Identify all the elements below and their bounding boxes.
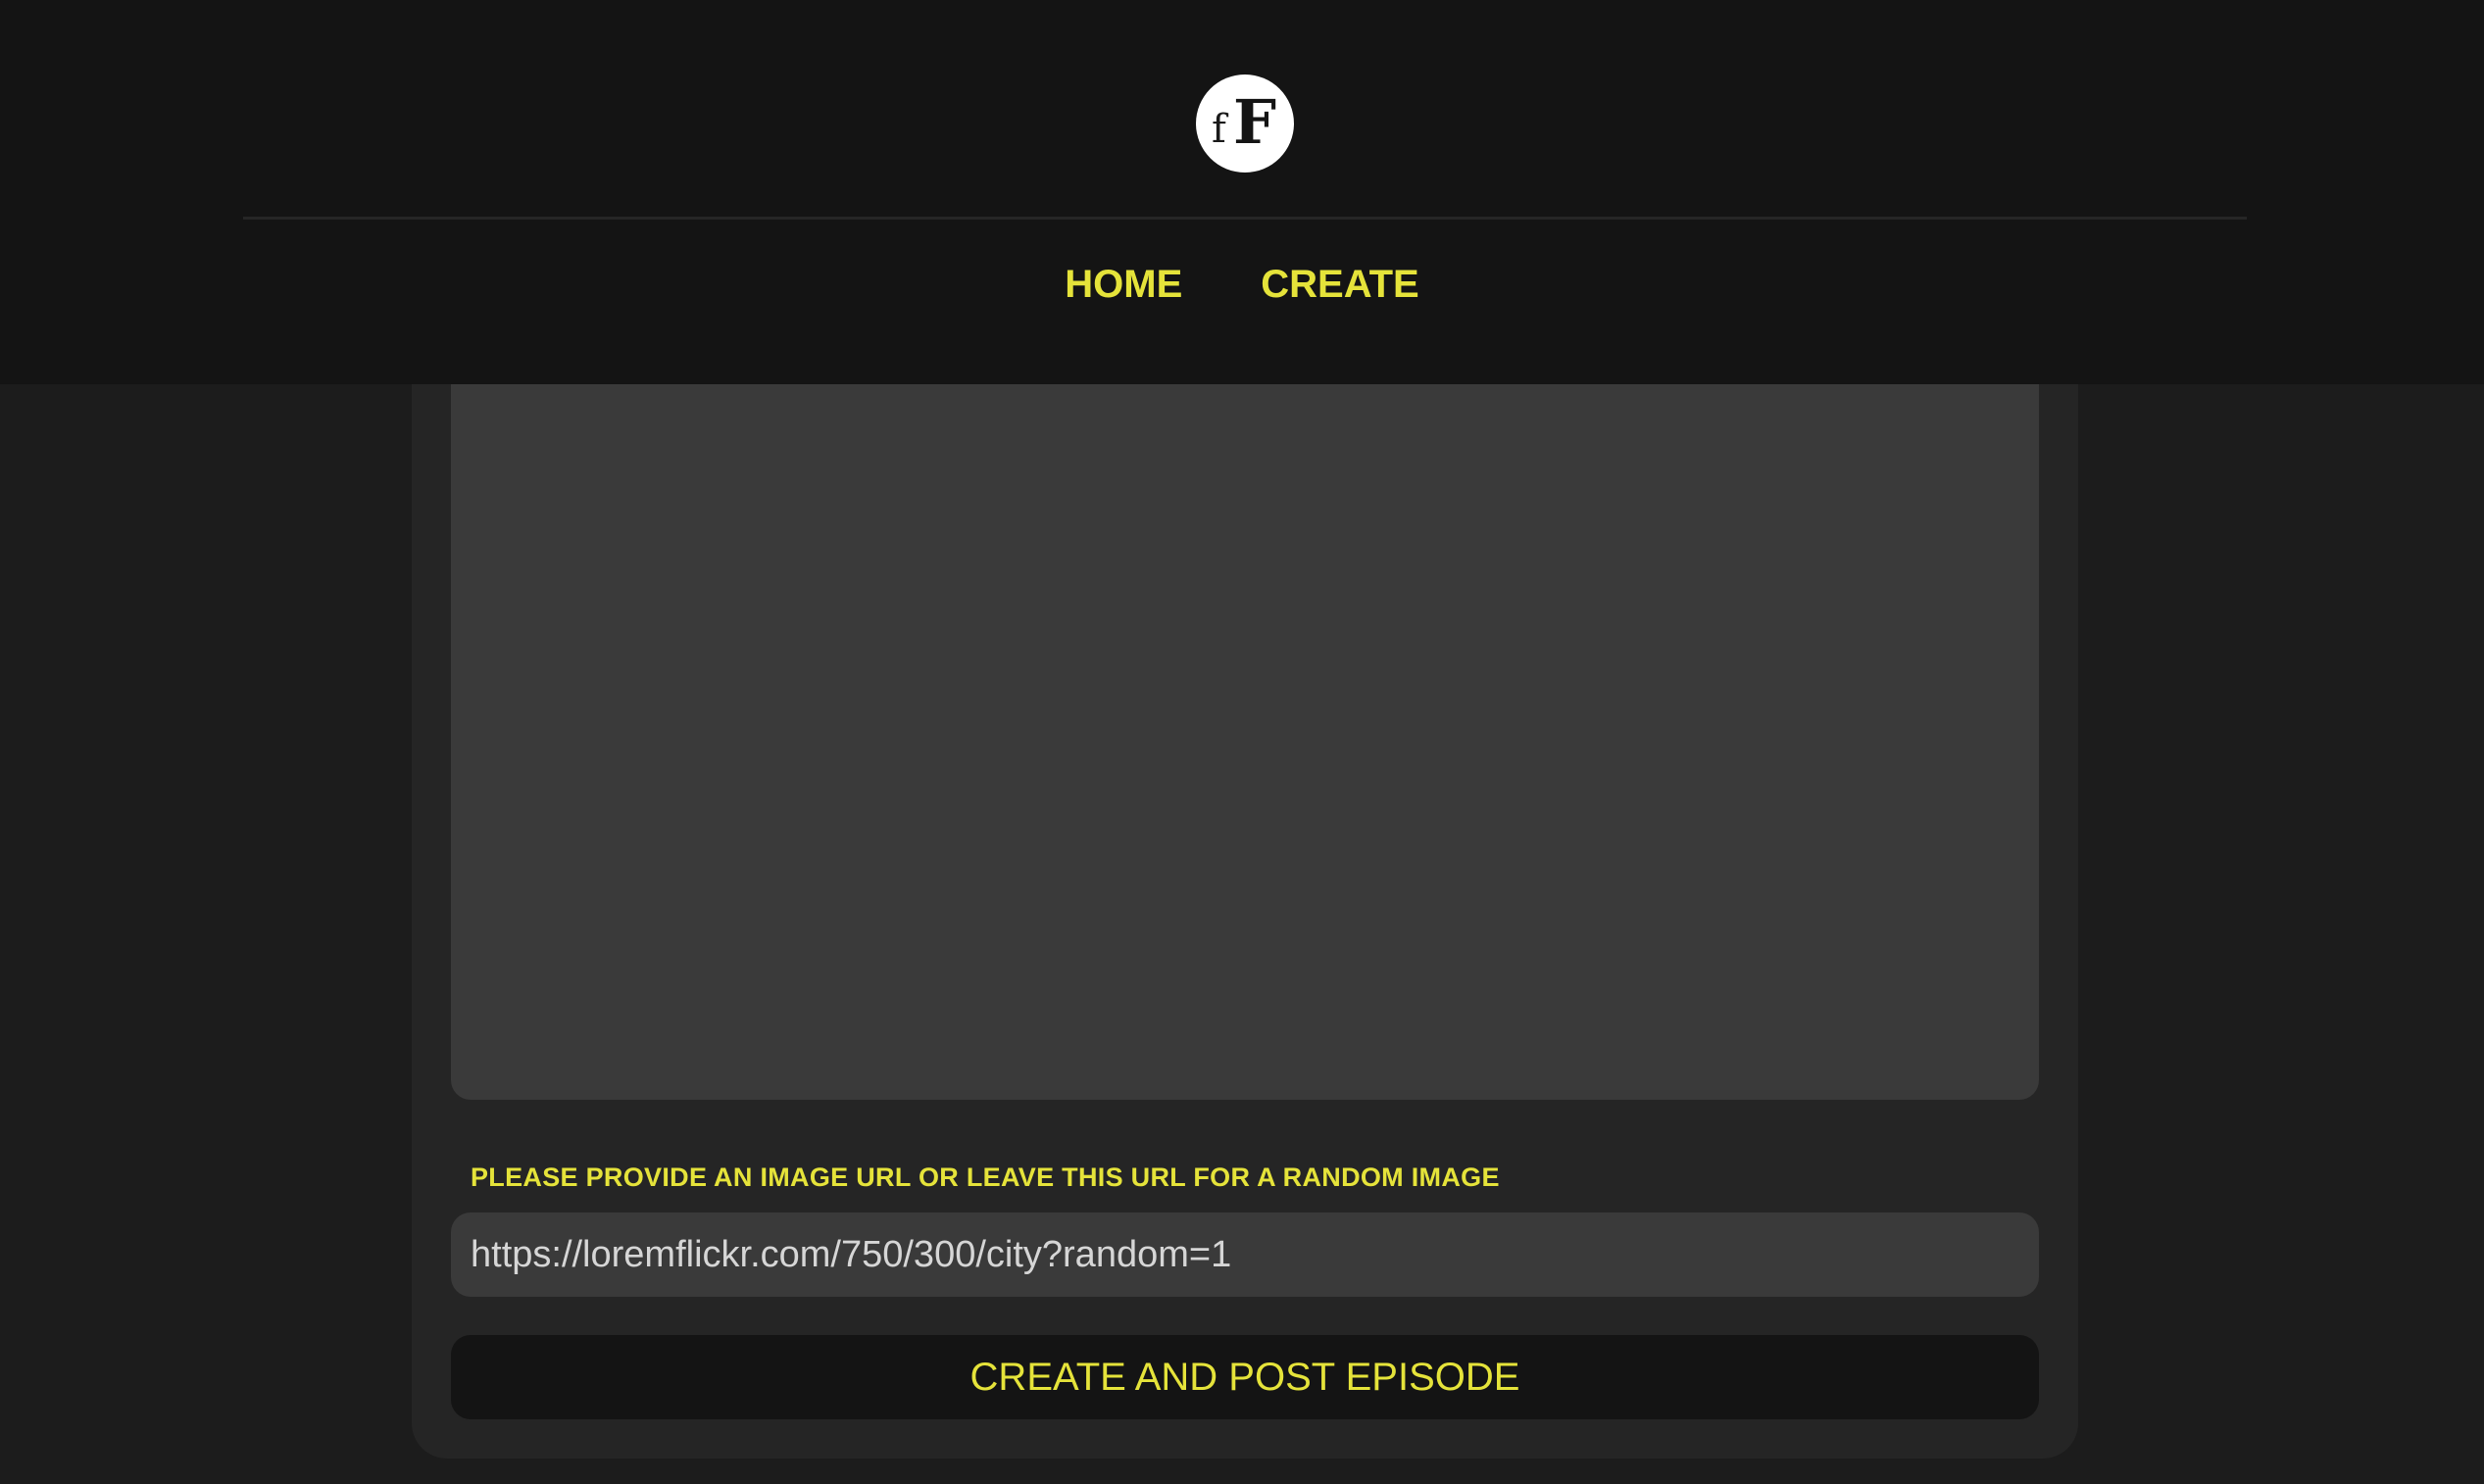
episode-content-textarea[interactable] [451, 323, 2039, 1100]
image-url-value: https://loremflickr.com/750/300/city?ran… [471, 1233, 1232, 1275]
create-and-post-episode-button[interactable]: CREATE AND POST EPISODE [451, 1335, 2039, 1419]
logo-icon[interactable]: f F [1196, 74, 1294, 173]
nav-create-link[interactable]: CREATE [1261, 263, 1418, 307]
page: PLEASE PROVIDE AN IMAGE URL OR LEAVE THI… [0, 0, 2484, 1484]
header-divider [243, 217, 2247, 220]
image-url-label: PLEASE PROVIDE AN IMAGE URL OR LEAVE THI… [471, 1162, 1500, 1192]
logo-big-letter: F [1233, 86, 1277, 158]
image-url-input[interactable]: https://loremflickr.com/750/300/city?ran… [451, 1212, 2039, 1297]
main-nav: HOME CREATE [0, 263, 2484, 307]
nav-home-link[interactable]: HOME [1065, 263, 1182, 307]
site-header: f F HOME CREATE [0, 0, 2484, 384]
logo-small-letter: f [1212, 107, 1226, 152]
create-episode-card: PLEASE PROVIDE AN IMAGE URL OR LEAVE THI… [412, 323, 2078, 1459]
